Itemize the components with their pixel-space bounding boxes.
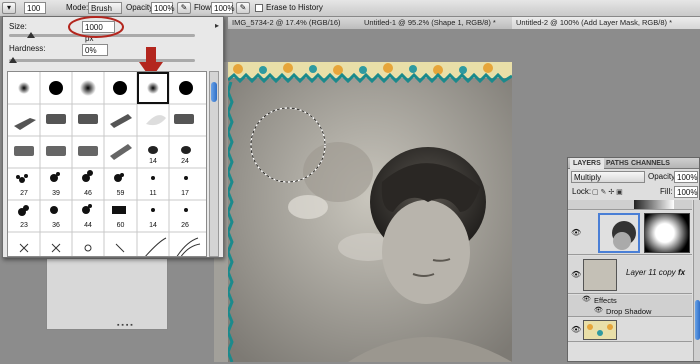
lock-label: Lock:: [572, 187, 592, 196]
brush-size-label: 23: [20, 222, 28, 229]
effects-eye-icon[interactable]: 👁: [582, 295, 591, 303]
hardness-label: Hardness:: [9, 44, 46, 53]
visibility-eye-icon[interactable]: 👁: [571, 270, 581, 279]
effects-row[interactable]: 👁 Effects: [568, 295, 692, 306]
brush-preset-picker: Size: 1000 px ▸ Hardness: 0% 27 39 46 59…: [2, 16, 224, 258]
brush-tool-preset-icon[interactable]: ▾: [2, 2, 16, 14]
layer-thumbnail-photo: [598, 213, 640, 253]
brush-size-label: 11: [149, 190, 157, 197]
scrollbar-thumb[interactable]: [211, 82, 217, 102]
layers-scrollbar-thumb[interactable]: [695, 300, 700, 340]
tab-label: IMG_5734-2 @ 17.4% (RGB/16): [232, 18, 341, 27]
layer-row-layer-11-copy[interactable]: 👁 Layer 11 copy fx: [568, 256, 692, 294]
fill-label: Fill:: [660, 187, 673, 196]
mode-dropdown[interactable]: Brush: [88, 2, 122, 14]
layer-thumbnail-texture: [583, 259, 617, 291]
opacity-field[interactable]: 100%: [151, 2, 174, 14]
tab-layers[interactable]: LAYERS: [570, 158, 604, 169]
layer-opacity-field[interactable]: 100%: [674, 171, 698, 183]
layer-mask-thumbnail[interactable]: [644, 213, 690, 253]
brush-size-label: 39: [52, 190, 60, 197]
airbrush-pressure-icon[interactable]: ✎: [177, 2, 191, 14]
size-slider-thumb[interactable]: [27, 32, 35, 38]
brush-size-label: 14: [149, 158, 157, 165]
tab-untitled-1[interactable]: Untitled-1 @ 95.2% (Shape 1, RGB/8) *: [360, 17, 515, 29]
brush-size-label: 59: [116, 190, 125, 197]
layers-scrollbar[interactable]: [693, 200, 700, 361]
brush-grid-scrollbar[interactable]: [209, 71, 219, 257]
brush-grid: 27 39 46 59 11 17 14 24 23 36 44 60 14 2…: [7, 71, 207, 257]
fx-icon[interactable]: fx: [678, 268, 685, 277]
lock-icons[interactable]: ▢ ✎ ✢ ▣: [592, 188, 623, 196]
erase-to-history-label: Erase to History: [266, 3, 323, 12]
drop-shadow-label: Drop Shadow: [606, 307, 652, 316]
layer-thumbnail: [634, 200, 674, 209]
mode-label: Mode:: [66, 3, 89, 12]
brush-size-label: 44: [84, 222, 92, 229]
panel-menu-arrow-icon[interactable]: ▸: [215, 21, 219, 30]
document-canvas[interactable]: [226, 62, 513, 363]
tab-label: Untitled-2 @ 100% (Add Layer Mask, RGB/8…: [516, 18, 673, 27]
brush-size-label: 26: [181, 222, 189, 229]
erase-to-history-checkbox[interactable]: [255, 4, 263, 12]
size-highlight-oval: [68, 16, 124, 38]
hardness-slider[interactable]: [9, 57, 195, 63]
tab-label: Untitled-1 @ 95.2% (Shape 1, RGB/8) *: [364, 18, 496, 27]
layer-row-top[interactable]: [568, 200, 692, 210]
drop-shadow-row[interactable]: 👁 Drop Shadow: [568, 306, 692, 317]
panel-footer-icons: ▪ ▪ ▪ ▪: [117, 322, 133, 329]
layer-thumbnail-paper: [583, 320, 617, 340]
document-tabs: IMG_5734-2 @ 17.4% (RGB/16) Untitled-1 @…: [228, 17, 700, 29]
layers-panel: LAYERS PATHS CHANNELS Multiply Opacity: …: [567, 157, 700, 362]
hardness-slider-thumb[interactable]: [9, 57, 17, 63]
layer-row-mask[interactable]: 👁: [568, 211, 692, 255]
layer-row-paper[interactable]: 👁: [568, 318, 692, 342]
brush-size-label: 24: [181, 158, 189, 165]
brush-size-label: 27: [20, 190, 28, 197]
brush-size-label: 17: [181, 190, 189, 197]
blend-mode-dropdown[interactable]: Multiply: [571, 171, 645, 183]
flow-field[interactable]: 100%: [211, 2, 234, 14]
visibility-eye-icon[interactable]: 👁: [571, 228, 581, 237]
fill-field[interactable]: 100%: [674, 186, 698, 198]
tab-channels[interactable]: CHANNELS: [628, 158, 673, 169]
tab-img-5734[interactable]: IMG_5734-2 @ 17.4% (RGB/16): [228, 17, 363, 29]
brush-size-field[interactable]: 100: [24, 2, 46, 14]
hardness-field[interactable]: 0%: [82, 44, 108, 56]
background-panel: ▪ ▪ ▪ ▪: [46, 258, 168, 330]
brush-size-label: 46: [84, 190, 92, 197]
effects-label: Effects: [594, 296, 617, 305]
brush-size-label: 36: [52, 222, 60, 229]
size-label: Size:: [9, 22, 27, 31]
layer-name[interactable]: Layer 11 copy: [626, 268, 676, 277]
brush-size-label: 14: [149, 222, 157, 229]
drop-shadow-eye-icon[interactable]: 👁: [594, 306, 603, 314]
layer-opacity-label: Opacity:: [648, 172, 678, 181]
brush-size-label: 60: [116, 222, 125, 229]
layers-panel-tabbar: LAYERS PATHS CHANNELS: [568, 158, 699, 169]
photo-artwork: [226, 62, 513, 363]
tab-untitled-2[interactable]: Untitled-2 @ 100% (Add Layer Mask, RGB/8…: [512, 17, 700, 29]
visibility-eye-icon[interactable]: 👁: [571, 325, 581, 334]
airbrush-icon[interactable]: ✎: [236, 2, 250, 14]
